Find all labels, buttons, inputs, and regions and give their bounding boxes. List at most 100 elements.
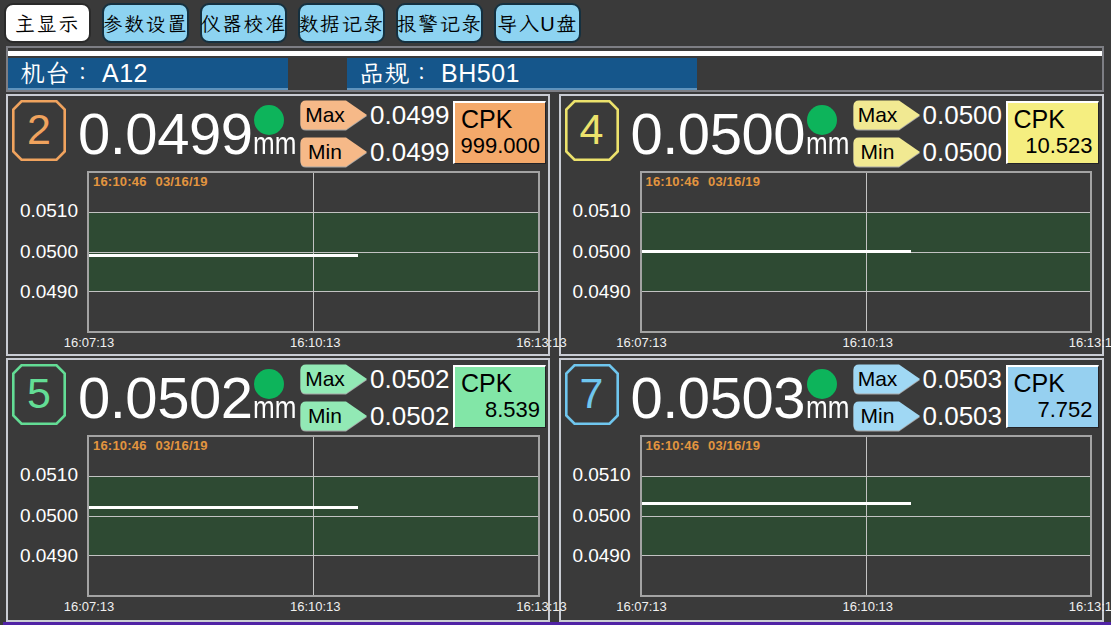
- machine-value: A12: [102, 58, 148, 88]
- cpk-box: CPK 7.752: [1006, 365, 1099, 428]
- y-axis-tick-high: 0.0510: [8, 465, 78, 485]
- y-axis-tick-mid: 0.0500: [8, 242, 78, 262]
- x-axis-tick-mid: 16:10:13: [275, 335, 355, 350]
- measurement-number: 0.0499: [78, 101, 252, 166]
- trend-line: [89, 506, 358, 509]
- gridline-vertical: [866, 437, 867, 595]
- machine-field: 机台： A12: [8, 58, 288, 90]
- y-axis-tick-low: 0.0490: [561, 282, 631, 302]
- tab-bar: 主显示 参数设置 仪器校准 数据记录 报警记录 导入U盘: [4, 3, 581, 43]
- x-axis-tick-end: 16:13:13: [1054, 599, 1111, 614]
- product-value: BH501: [441, 58, 520, 88]
- max-label: Max: [853, 364, 903, 394]
- min-label: Min: [300, 137, 350, 167]
- tab-instrument-calibration[interactable]: 仪器校准: [200, 3, 287, 43]
- x-axis-tick-start: 16:07:13: [602, 599, 682, 614]
- y-axis-tick-mid: 0.0500: [561, 242, 631, 262]
- product-field: 品规： BH501: [347, 58, 697, 90]
- max-tag: Max: [853, 100, 921, 130]
- trend-chart: 16:10:46 03/16/19: [87, 171, 540, 333]
- max-value: 0.0500: [923, 100, 1013, 130]
- trend-line: [89, 254, 358, 257]
- y-axis-tick-high: 0.0510: [561, 465, 631, 485]
- chart-timestamp: 16:10:46 03/16/19: [93, 174, 208, 189]
- max-tag: Max: [300, 100, 368, 130]
- machine-label: 机台：: [8, 58, 95, 88]
- measurement-number: 0.0502: [78, 365, 252, 430]
- status-ok-indicator: [807, 105, 837, 135]
- cpk-label: CPK: [461, 368, 512, 398]
- chart-timestamp: 16:10:46 03/16/19: [646, 174, 761, 189]
- x-axis-tick-mid: 16:10:13: [275, 599, 355, 614]
- channel-number-badge: 4: [565, 100, 619, 161]
- y-axis-tick-high: 0.0510: [561, 201, 631, 221]
- bottom-accent-line: [3, 622, 1111, 625]
- product-label: 品规：: [347, 58, 434, 88]
- measurement-number: 0.0503: [631, 365, 805, 430]
- cpk-value: 8.539: [485, 397, 540, 423]
- gridline-vertical: [313, 173, 314, 331]
- channel-panel: 5 0.0502mm Max 0.0502 Min 0.0502 CPK 8.5…: [6, 358, 550, 622]
- min-value: 0.0503: [923, 401, 1013, 431]
- max-label: Max: [853, 100, 903, 130]
- tab-main-display[interactable]: 主显示: [4, 3, 91, 43]
- cpk-value: 7.752: [1037, 397, 1092, 423]
- tab-alarm-record[interactable]: 报警记录: [396, 3, 483, 43]
- tab-data-record[interactable]: 数据记录: [298, 3, 385, 43]
- min-label: Min: [300, 401, 350, 431]
- x-axis-tick-end: 16:13:13: [1054, 335, 1111, 350]
- trend-chart: 16:10:46 03/16/19: [87, 435, 540, 597]
- max-tag: Max: [853, 364, 921, 394]
- status-ok-indicator: [807, 369, 837, 399]
- max-tag: Max: [300, 364, 368, 394]
- x-axis-tick-start: 16:07:13: [49, 599, 129, 614]
- min-value: 0.0499: [370, 137, 460, 167]
- min-tag: Min: [300, 401, 368, 431]
- min-value: 0.0502: [370, 401, 460, 431]
- channel-panel: 4 0.0500mm Max 0.0500 Min 0.0500 CPK 10.…: [559, 94, 1105, 356]
- x-axis-tick-mid: 16:10:13: [828, 599, 908, 614]
- trend-chart: 16:10:46 03/16/19: [640, 171, 1093, 333]
- min-label: Min: [853, 137, 903, 167]
- cpk-label: CPK: [1014, 104, 1065, 134]
- cpk-box: CPK 8.539: [453, 365, 546, 428]
- measurement-number: 0.0500: [631, 101, 805, 166]
- y-axis-tick-high: 0.0510: [8, 201, 78, 221]
- y-axis-tick-low: 0.0490: [8, 282, 78, 302]
- channel-number: 2: [12, 100, 66, 161]
- tab-parameter-settings[interactable]: 参数设置: [102, 3, 189, 43]
- cpk-value: 999.000: [460, 133, 540, 159]
- min-tag: Min: [853, 137, 921, 167]
- bottom-strip: [0, 625, 1111, 635]
- channel-number-badge: 2: [12, 100, 66, 161]
- separator-band: [8, 51, 1102, 56]
- y-axis-tick-mid: 0.0500: [561, 506, 631, 526]
- status-ok-indicator: [254, 105, 284, 135]
- x-axis-tick-end: 16:13:13: [502, 335, 582, 350]
- tab-import-usb[interactable]: 导入U盘: [494, 3, 581, 43]
- info-frame: 机台： A12 品规： BH501: [6, 46, 1104, 92]
- y-axis-tick-low: 0.0490: [8, 546, 78, 566]
- min-tag: Min: [300, 137, 368, 167]
- gridline-vertical: [313, 437, 314, 595]
- cpk-box: CPK 10.523: [1006, 101, 1099, 164]
- channel-number: 4: [565, 100, 619, 161]
- channel-panel: 2 0.0499mm Max 0.0499 Min 0.0499 CPK 999…: [6, 94, 550, 356]
- cpk-box: CPK 999.000: [453, 101, 546, 164]
- min-tag: Min: [853, 401, 921, 431]
- max-label: Max: [300, 364, 350, 394]
- x-axis-tick-start: 16:07:13: [602, 335, 682, 350]
- chart-timestamp: 16:10:46 03/16/19: [646, 438, 761, 453]
- channel-number-badge: 5: [12, 364, 66, 425]
- cpk-label: CPK: [1014, 368, 1065, 398]
- chart-timestamp: 16:10:46 03/16/19: [93, 438, 208, 453]
- channel-panel: 7 0.0503mm Max 0.0503 Min 0.0503 CPK 7.7…: [559, 358, 1105, 622]
- channel-number: 7: [565, 364, 619, 425]
- x-axis-tick-start: 16:07:13: [49, 335, 129, 350]
- channel-number-badge: 7: [565, 364, 619, 425]
- x-axis-tick-mid: 16:10:13: [828, 335, 908, 350]
- max-label: Max: [300, 100, 350, 130]
- max-value: 0.0499: [370, 100, 460, 130]
- y-axis-tick-mid: 0.0500: [8, 506, 78, 526]
- trend-line: [642, 502, 911, 505]
